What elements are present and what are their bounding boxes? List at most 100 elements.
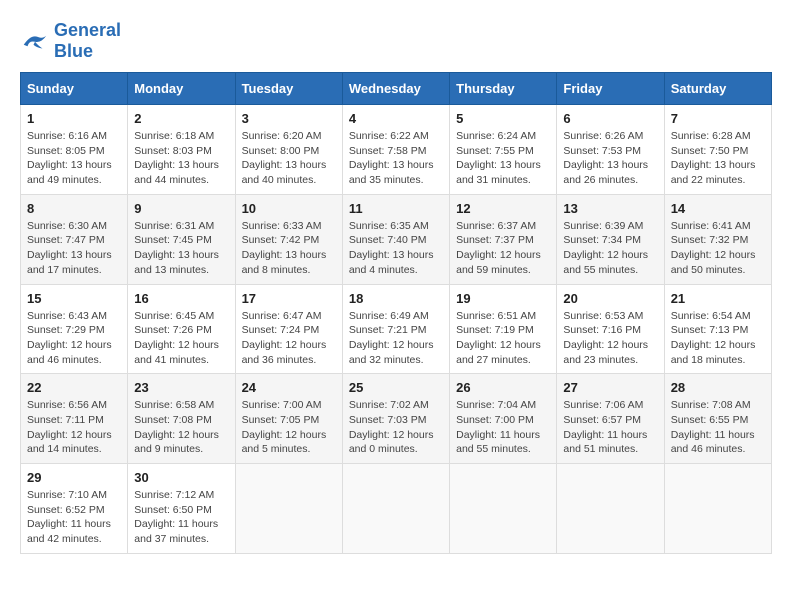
day-number: 14: [671, 201, 765, 216]
day-number: 26: [456, 380, 550, 395]
calendar-table: SundayMondayTuesdayWednesdayThursdayFrid…: [20, 72, 772, 554]
calendar-cell: 3 Sunrise: 6:20 AMSunset: 8:00 PMDaylight…: [235, 105, 342, 195]
calendar-cell: 4 Sunrise: 6:22 AMSunset: 7:58 PMDaylight…: [342, 105, 449, 195]
day-info: Sunrise: 6:51 AMSunset: 7:19 PMDaylight:…: [456, 309, 550, 368]
day-info: Sunrise: 6:56 AMSunset: 7:11 PMDaylight:…: [27, 398, 121, 457]
day-info: Sunrise: 6:20 AMSunset: 8:00 PMDaylight:…: [242, 129, 336, 188]
calendar-cell: 19 Sunrise: 6:51 AMSunset: 7:19 PMDayligh…: [450, 284, 557, 374]
calendar-cell: [450, 464, 557, 554]
calendar-cell: 20 Sunrise: 6:53 AMSunset: 7:16 PMDayligh…: [557, 284, 664, 374]
day-number: 4: [349, 111, 443, 126]
calendar-week-1: 1 Sunrise: 6:16 AMSunset: 8:05 PMDaylight…: [21, 105, 772, 195]
col-header-wednesday: Wednesday: [342, 73, 449, 105]
day-number: 18: [349, 291, 443, 306]
day-info: Sunrise: 7:08 AMSunset: 6:55 PMDaylight:…: [671, 398, 765, 457]
day-info: Sunrise: 6:28 AMSunset: 7:50 PMDaylight:…: [671, 129, 765, 188]
day-number: 3: [242, 111, 336, 126]
calendar-cell: 7Sunrise: 6:28 AMSunset: 7:50 PMDaylight…: [664, 105, 771, 195]
day-number: 15: [27, 291, 121, 306]
day-info: Sunrise: 7:04 AMSunset: 7:00 PMDaylight:…: [456, 398, 550, 457]
day-number: 29: [27, 470, 121, 485]
day-info: Sunrise: 6:35 AMSunset: 7:40 PMDaylight:…: [349, 219, 443, 278]
calendar-cell: 18 Sunrise: 6:49 AMSunset: 7:21 PMDayligh…: [342, 284, 449, 374]
calendar-cell: 24 Sunrise: 7:00 AMSunset: 7:05 PMDayligh…: [235, 374, 342, 464]
day-number: 22: [27, 380, 121, 395]
day-info: Sunrise: 7:12 AMSunset: 6:50 PMDaylight:…: [134, 488, 228, 547]
calendar-cell: 13Sunrise: 6:39 AMSunset: 7:34 PMDayligh…: [557, 194, 664, 284]
col-header-thursday: Thursday: [450, 73, 557, 105]
logo-icon: [20, 29, 50, 53]
day-info: Sunrise: 6:31 AMSunset: 7:45 PMDaylight:…: [134, 219, 228, 278]
day-info: Sunrise: 7:02 AMSunset: 7:03 PMDaylight:…: [349, 398, 443, 457]
calendar-cell: 25 Sunrise: 7:02 AMSunset: 7:03 PMDayligh…: [342, 374, 449, 464]
col-header-friday: Friday: [557, 73, 664, 105]
day-info: Sunrise: 6:33 AMSunset: 7:42 PMDaylight:…: [242, 219, 336, 278]
day-info: Sunrise: 6:58 AMSunset: 7:08 PMDaylight:…: [134, 398, 228, 457]
calendar-cell: 28 Sunrise: 7:08 AMSunset: 6:55 PMDayligh…: [664, 374, 771, 464]
page-header: GeneralBlue: [20, 20, 772, 62]
calendar-cell: 14 Sunrise: 6:41 AMSunset: 7:32 PMDayligh…: [664, 194, 771, 284]
calendar-week-5: 29 Sunrise: 7:10 AMSunset: 6:52 PMDayligh…: [21, 464, 772, 554]
calendar-cell: 29 Sunrise: 7:10 AMSunset: 6:52 PMDayligh…: [21, 464, 128, 554]
calendar-cell: 9Sunrise: 6:31 AMSunset: 7:45 PMDaylight…: [128, 194, 235, 284]
day-info: Sunrise: 6:45 AMSunset: 7:26 PMDaylight:…: [134, 309, 228, 368]
day-info: Sunrise: 6:43 AMSunset: 7:29 PMDaylight:…: [27, 309, 121, 368]
col-header-tuesday: Tuesday: [235, 73, 342, 105]
day-info: Sunrise: 6:26 AMSunset: 7:53 PMDaylight:…: [563, 129, 657, 188]
day-info: Sunrise: 6:30 AMSunset: 7:47 PMDaylight:…: [27, 219, 121, 278]
calendar-week-4: 22 Sunrise: 6:56 AMSunset: 7:11 PMDayligh…: [21, 374, 772, 464]
calendar-cell: 11 Sunrise: 6:35 AMSunset: 7:40 PMDayligh…: [342, 194, 449, 284]
day-number: 6: [563, 111, 657, 126]
day-number: 1: [27, 111, 121, 126]
day-number: 16: [134, 291, 228, 306]
calendar-cell: 21Sunrise: 6:54 AMSunset: 7:13 PMDayligh…: [664, 284, 771, 374]
day-number: 24: [242, 380, 336, 395]
calendar-cell: [557, 464, 664, 554]
day-info: Sunrise: 6:41 AMSunset: 7:32 PMDaylight:…: [671, 219, 765, 278]
calendar-cell: 27Sunrise: 7:06 AMSunset: 6:57 PMDayligh…: [557, 374, 664, 464]
calendar-cell: [342, 464, 449, 554]
day-info: Sunrise: 6:53 AMSunset: 7:16 PMDaylight:…: [563, 309, 657, 368]
day-number: 10: [242, 201, 336, 216]
day-info: Sunrise: 6:22 AMSunset: 7:58 PMDaylight:…: [349, 129, 443, 188]
calendar-week-3: 15 Sunrise: 6:43 AMSunset: 7:29 PMDayligh…: [21, 284, 772, 374]
day-info: Sunrise: 6:24 AMSunset: 7:55 PMDaylight:…: [456, 129, 550, 188]
day-number: 27: [563, 380, 657, 395]
calendar-cell: 15 Sunrise: 6:43 AMSunset: 7:29 PMDayligh…: [21, 284, 128, 374]
day-number: 19: [456, 291, 550, 306]
calendar-cell: 10 Sunrise: 6:33 AMSunset: 7:42 PMDayligh…: [235, 194, 342, 284]
calendar-cell: 22 Sunrise: 6:56 AMSunset: 7:11 PMDayligh…: [21, 374, 128, 464]
calendar-cell: 8 Sunrise: 6:30 AMSunset: 7:47 PMDaylight…: [21, 194, 128, 284]
day-number: 5: [456, 111, 550, 126]
day-number: 28: [671, 380, 765, 395]
calendar-week-2: 8 Sunrise: 6:30 AMSunset: 7:47 PMDaylight…: [21, 194, 772, 284]
col-header-saturday: Saturday: [664, 73, 771, 105]
day-number: 8: [27, 201, 121, 216]
day-number: 23: [134, 380, 228, 395]
day-info: Sunrise: 7:10 AMSunset: 6:52 PMDaylight:…: [27, 488, 121, 547]
day-number: 17: [242, 291, 336, 306]
day-info: Sunrise: 6:54 AMSunset: 7:13 PMDaylight:…: [671, 309, 765, 368]
calendar-cell: [235, 464, 342, 554]
logo-text: GeneralBlue: [54, 20, 121, 62]
day-number: 11: [349, 201, 443, 216]
day-number: 25: [349, 380, 443, 395]
day-number: 2: [134, 111, 228, 126]
calendar-cell: 16 Sunrise: 6:45 AMSunset: 7:26 PMDayligh…: [128, 284, 235, 374]
calendar-cell: 1 Sunrise: 6:16 AMSunset: 8:05 PMDaylight…: [21, 105, 128, 195]
day-info: Sunrise: 6:49 AMSunset: 7:21 PMDaylight:…: [349, 309, 443, 368]
day-number: 12: [456, 201, 550, 216]
calendar-cell: 26 Sunrise: 7:04 AMSunset: 7:00 PMDayligh…: [450, 374, 557, 464]
day-info: Sunrise: 6:37 AMSunset: 7:37 PMDaylight:…: [456, 219, 550, 278]
day-info: Sunrise: 6:47 AMSunset: 7:24 PMDaylight:…: [242, 309, 336, 368]
day-info: Sunrise: 6:18 AMSunset: 8:03 PMDaylight:…: [134, 129, 228, 188]
day-number: 20: [563, 291, 657, 306]
col-header-sunday: Sunday: [21, 73, 128, 105]
day-info: Sunrise: 6:16 AMSunset: 8:05 PMDaylight:…: [27, 129, 121, 188]
day-number: 30: [134, 470, 228, 485]
calendar-cell: [664, 464, 771, 554]
day-info: Sunrise: 7:00 AMSunset: 7:05 PMDaylight:…: [242, 398, 336, 457]
calendar-header-row: SundayMondayTuesdayWednesdayThursdayFrid…: [21, 73, 772, 105]
calendar-cell: 30 Sunrise: 7:12 AMSunset: 6:50 PMDayligh…: [128, 464, 235, 554]
calendar-cell: 6 Sunrise: 6:26 AMSunset: 7:53 PMDaylight…: [557, 105, 664, 195]
